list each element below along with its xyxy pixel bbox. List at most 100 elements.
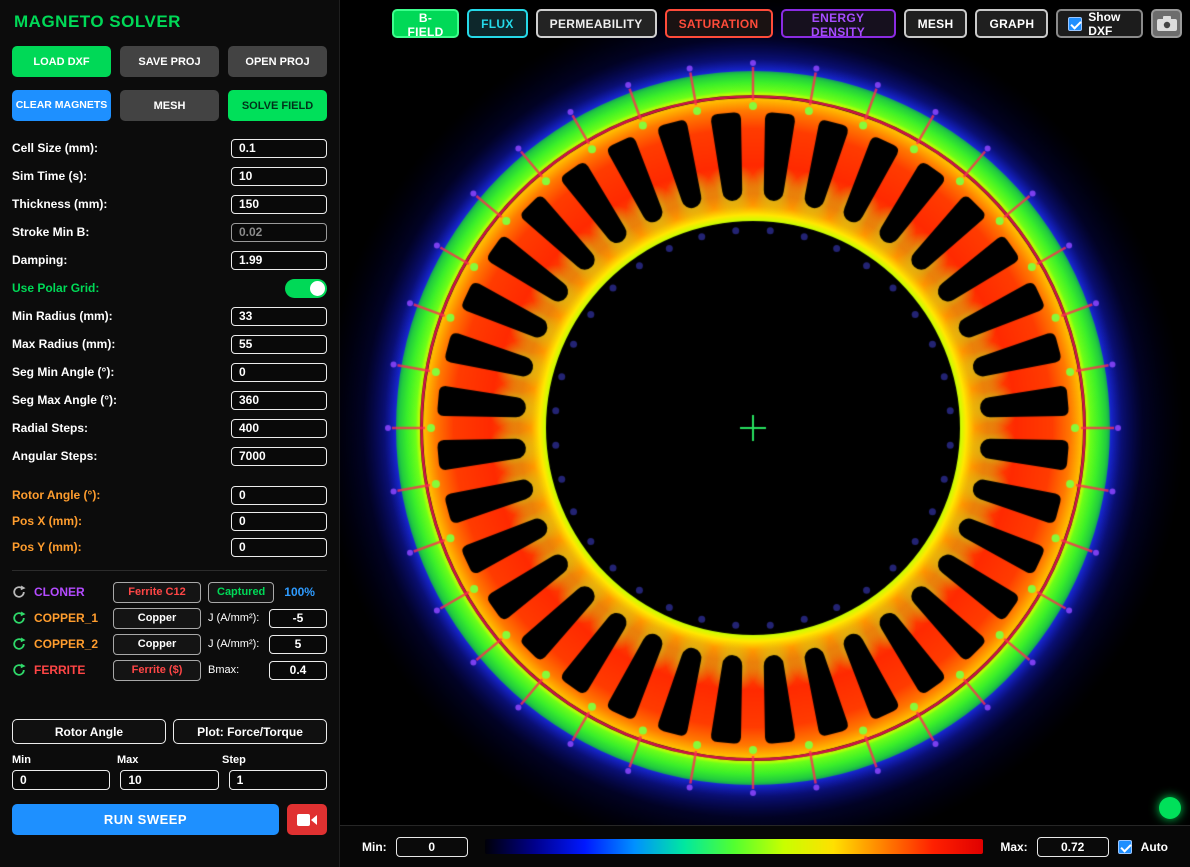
- refresh-icon[interactable]: [12, 663, 27, 678]
- mesh-button[interactable]: MESH: [120, 90, 219, 121]
- tab-saturation[interactable]: SATURATION: [665, 9, 773, 38]
- run-sweep-button[interactable]: RUN SWEEP: [12, 804, 279, 835]
- tab-b-field[interactable]: B-FIELD: [392, 9, 459, 38]
- tab-energy-density[interactable]: ENERGY DENSITY: [781, 9, 896, 38]
- viewport: B-FIELD FLUX PERMEABILITY SATURATION ENE…: [340, 0, 1190, 867]
- sweep-step-input[interactable]: [229, 770, 327, 790]
- cell-size-input[interactable]: [231, 139, 327, 158]
- screenshot-button[interactable]: [1151, 9, 1182, 38]
- seg-max-angle-label: Seg Max Angle (°):: [12, 393, 117, 407]
- use-polar-grid-label: Use Polar Grid:: [12, 281, 99, 295]
- material-name: FERRITE: [34, 663, 106, 677]
- seg-min-angle-label: Seg Min Angle (°):: [12, 365, 114, 379]
- colorbar-panel: Min: Max: Auto: [340, 825, 1190, 867]
- sweep-mode-row: Rotor Angle Plot: Force/Torque: [12, 719, 327, 744]
- copper1-material-button[interactable]: Copper: [113, 608, 201, 629]
- solve-field-button[interactable]: SOLVE FIELD: [228, 90, 327, 121]
- load-dxf-button[interactable]: LOAD DXF: [12, 46, 111, 77]
- auto-scale-checkbox[interactable]: [1118, 840, 1132, 854]
- sim-time-input[interactable]: [231, 167, 327, 186]
- min-radius-input[interactable]: [231, 307, 327, 326]
- cloner-captured-button[interactable]: Captured: [208, 582, 274, 603]
- field-row: Rotor Angle (°):: [12, 482, 327, 508]
- pos-y-input[interactable]: [231, 538, 327, 557]
- tab-graph[interactable]: GRAPH: [975, 9, 1048, 38]
- field-row: Cell Size (mm):: [12, 134, 327, 162]
- field-row: Thickness (mm):: [12, 190, 327, 218]
- field-row: Min Radius (mm):: [12, 302, 327, 330]
- radial-steps-input[interactable]: [231, 419, 327, 438]
- show-dxf-control[interactable]: Show DXF: [1056, 9, 1143, 38]
- tab-permeability[interactable]: PERMEABILITY: [536, 9, 657, 38]
- material-row-ferrite: FERRITE Ferrite ($) Bmax:: [12, 657, 327, 683]
- seg-min-angle-input[interactable]: [231, 363, 327, 382]
- field-row: Max Radius (mm):: [12, 330, 327, 358]
- copper2-material-button[interactable]: Copper: [113, 634, 201, 655]
- max-radius-input[interactable]: [231, 335, 327, 354]
- file-button-row: LOAD DXF SAVE PROJ OPEN PROJ: [12, 46, 327, 77]
- ferrite-material-button[interactable]: Ferrite ($): [113, 660, 201, 681]
- open-proj-button[interactable]: OPEN PROJ: [228, 46, 327, 77]
- colorbar-max-input[interactable]: [1037, 837, 1109, 857]
- ferrite-bmax-input[interactable]: [269, 661, 327, 680]
- sweep-min-label: Min: [12, 754, 117, 766]
- seg-max-angle-input[interactable]: [231, 391, 327, 410]
- current-density-label: J (A/mm²):: [208, 638, 259, 650]
- copper1-current-input[interactable]: [269, 609, 327, 628]
- colorbar-gradient: [485, 839, 984, 854]
- cloner-material-button[interactable]: Ferrite C12: [113, 582, 201, 603]
- current-density-label: J (A/mm²):: [208, 612, 259, 624]
- save-proj-button[interactable]: SAVE PROJ: [120, 46, 219, 77]
- polar-grid-toggle[interactable]: [285, 279, 327, 298]
- field-row: Pos X (mm):: [12, 508, 327, 534]
- thickness-label: Thickness (mm):: [12, 197, 107, 211]
- show-dxf-checkbox[interactable]: [1068, 17, 1082, 31]
- record-video-button[interactable]: [287, 804, 327, 835]
- sweep-range-labels: Min Max Step: [12, 754, 327, 766]
- toggle-knob: [310, 281, 325, 296]
- refresh-icon[interactable]: [12, 611, 27, 626]
- bmax-label: Bmax:: [208, 664, 239, 676]
- field-row: Sim Time (s):: [12, 162, 327, 190]
- sweep-variable-button[interactable]: Rotor Angle: [12, 719, 166, 744]
- colorbar-min-input[interactable]: [396, 837, 468, 857]
- sweep-max-input[interactable]: [120, 770, 218, 790]
- angular-steps-input[interactable]: [231, 447, 327, 466]
- damping-input[interactable]: [231, 251, 327, 270]
- clear-magnets-button[interactable]: CLEAR MAGNETS: [12, 90, 111, 121]
- max-radius-label: Max Radius (mm):: [12, 337, 115, 351]
- rotor-angle-input[interactable]: [231, 486, 327, 505]
- sweep-plot-button[interactable]: Plot: Force/Torque: [173, 719, 327, 744]
- run-row: RUN SWEEP: [12, 804, 327, 835]
- damping-label: Damping:: [12, 253, 67, 267]
- refresh-icon[interactable]: [12, 585, 27, 600]
- angular-steps-label: Angular Steps:: [12, 449, 97, 463]
- divider: [12, 570, 327, 571]
- sim-time-label: Sim Time (s):: [12, 169, 87, 183]
- sweep-min-input[interactable]: [12, 770, 110, 790]
- tab-flux[interactable]: FLUX: [467, 9, 528, 38]
- min-radius-label: Min Radius (mm):: [12, 309, 113, 323]
- simulation-settings: Cell Size (mm): Sim Time (s): Thickness …: [12, 134, 327, 560]
- material-name: COPPER_1: [34, 611, 106, 625]
- thickness-input[interactable]: [231, 195, 327, 214]
- field-row: Seg Max Angle (°):: [12, 386, 327, 414]
- field-visualization-canvas[interactable]: [340, 0, 1190, 825]
- material-row-copper-2: COPPER_2 Copper J (A/mm²):: [12, 631, 327, 657]
- copper2-current-input[interactable]: [269, 635, 327, 654]
- refresh-icon[interactable]: [12, 637, 27, 652]
- cloner-percent: 100%: [284, 585, 315, 599]
- colorbar-min-label: Min:: [362, 840, 387, 854]
- sweep-max-label: Max: [117, 754, 222, 766]
- field-row: Damping:: [12, 246, 327, 274]
- stroke-min-b-input[interactable]: [231, 223, 327, 242]
- view-toolbar: B-FIELD FLUX PERMEABILITY SATURATION ENE…: [392, 9, 1182, 38]
- status-indicator[interactable]: [1159, 797, 1181, 819]
- app-title: MAGNETO SOLVER: [14, 12, 327, 32]
- field-row: Angular Steps:: [12, 442, 327, 470]
- polar-grid-row: Use Polar Grid:: [12, 274, 327, 302]
- stroke-min-b-label: Stroke Min B:: [12, 225, 89, 239]
- sweep-step-label: Step: [222, 754, 327, 766]
- pos-x-input[interactable]: [231, 512, 327, 531]
- tab-mesh[interactable]: MESH: [904, 9, 968, 38]
